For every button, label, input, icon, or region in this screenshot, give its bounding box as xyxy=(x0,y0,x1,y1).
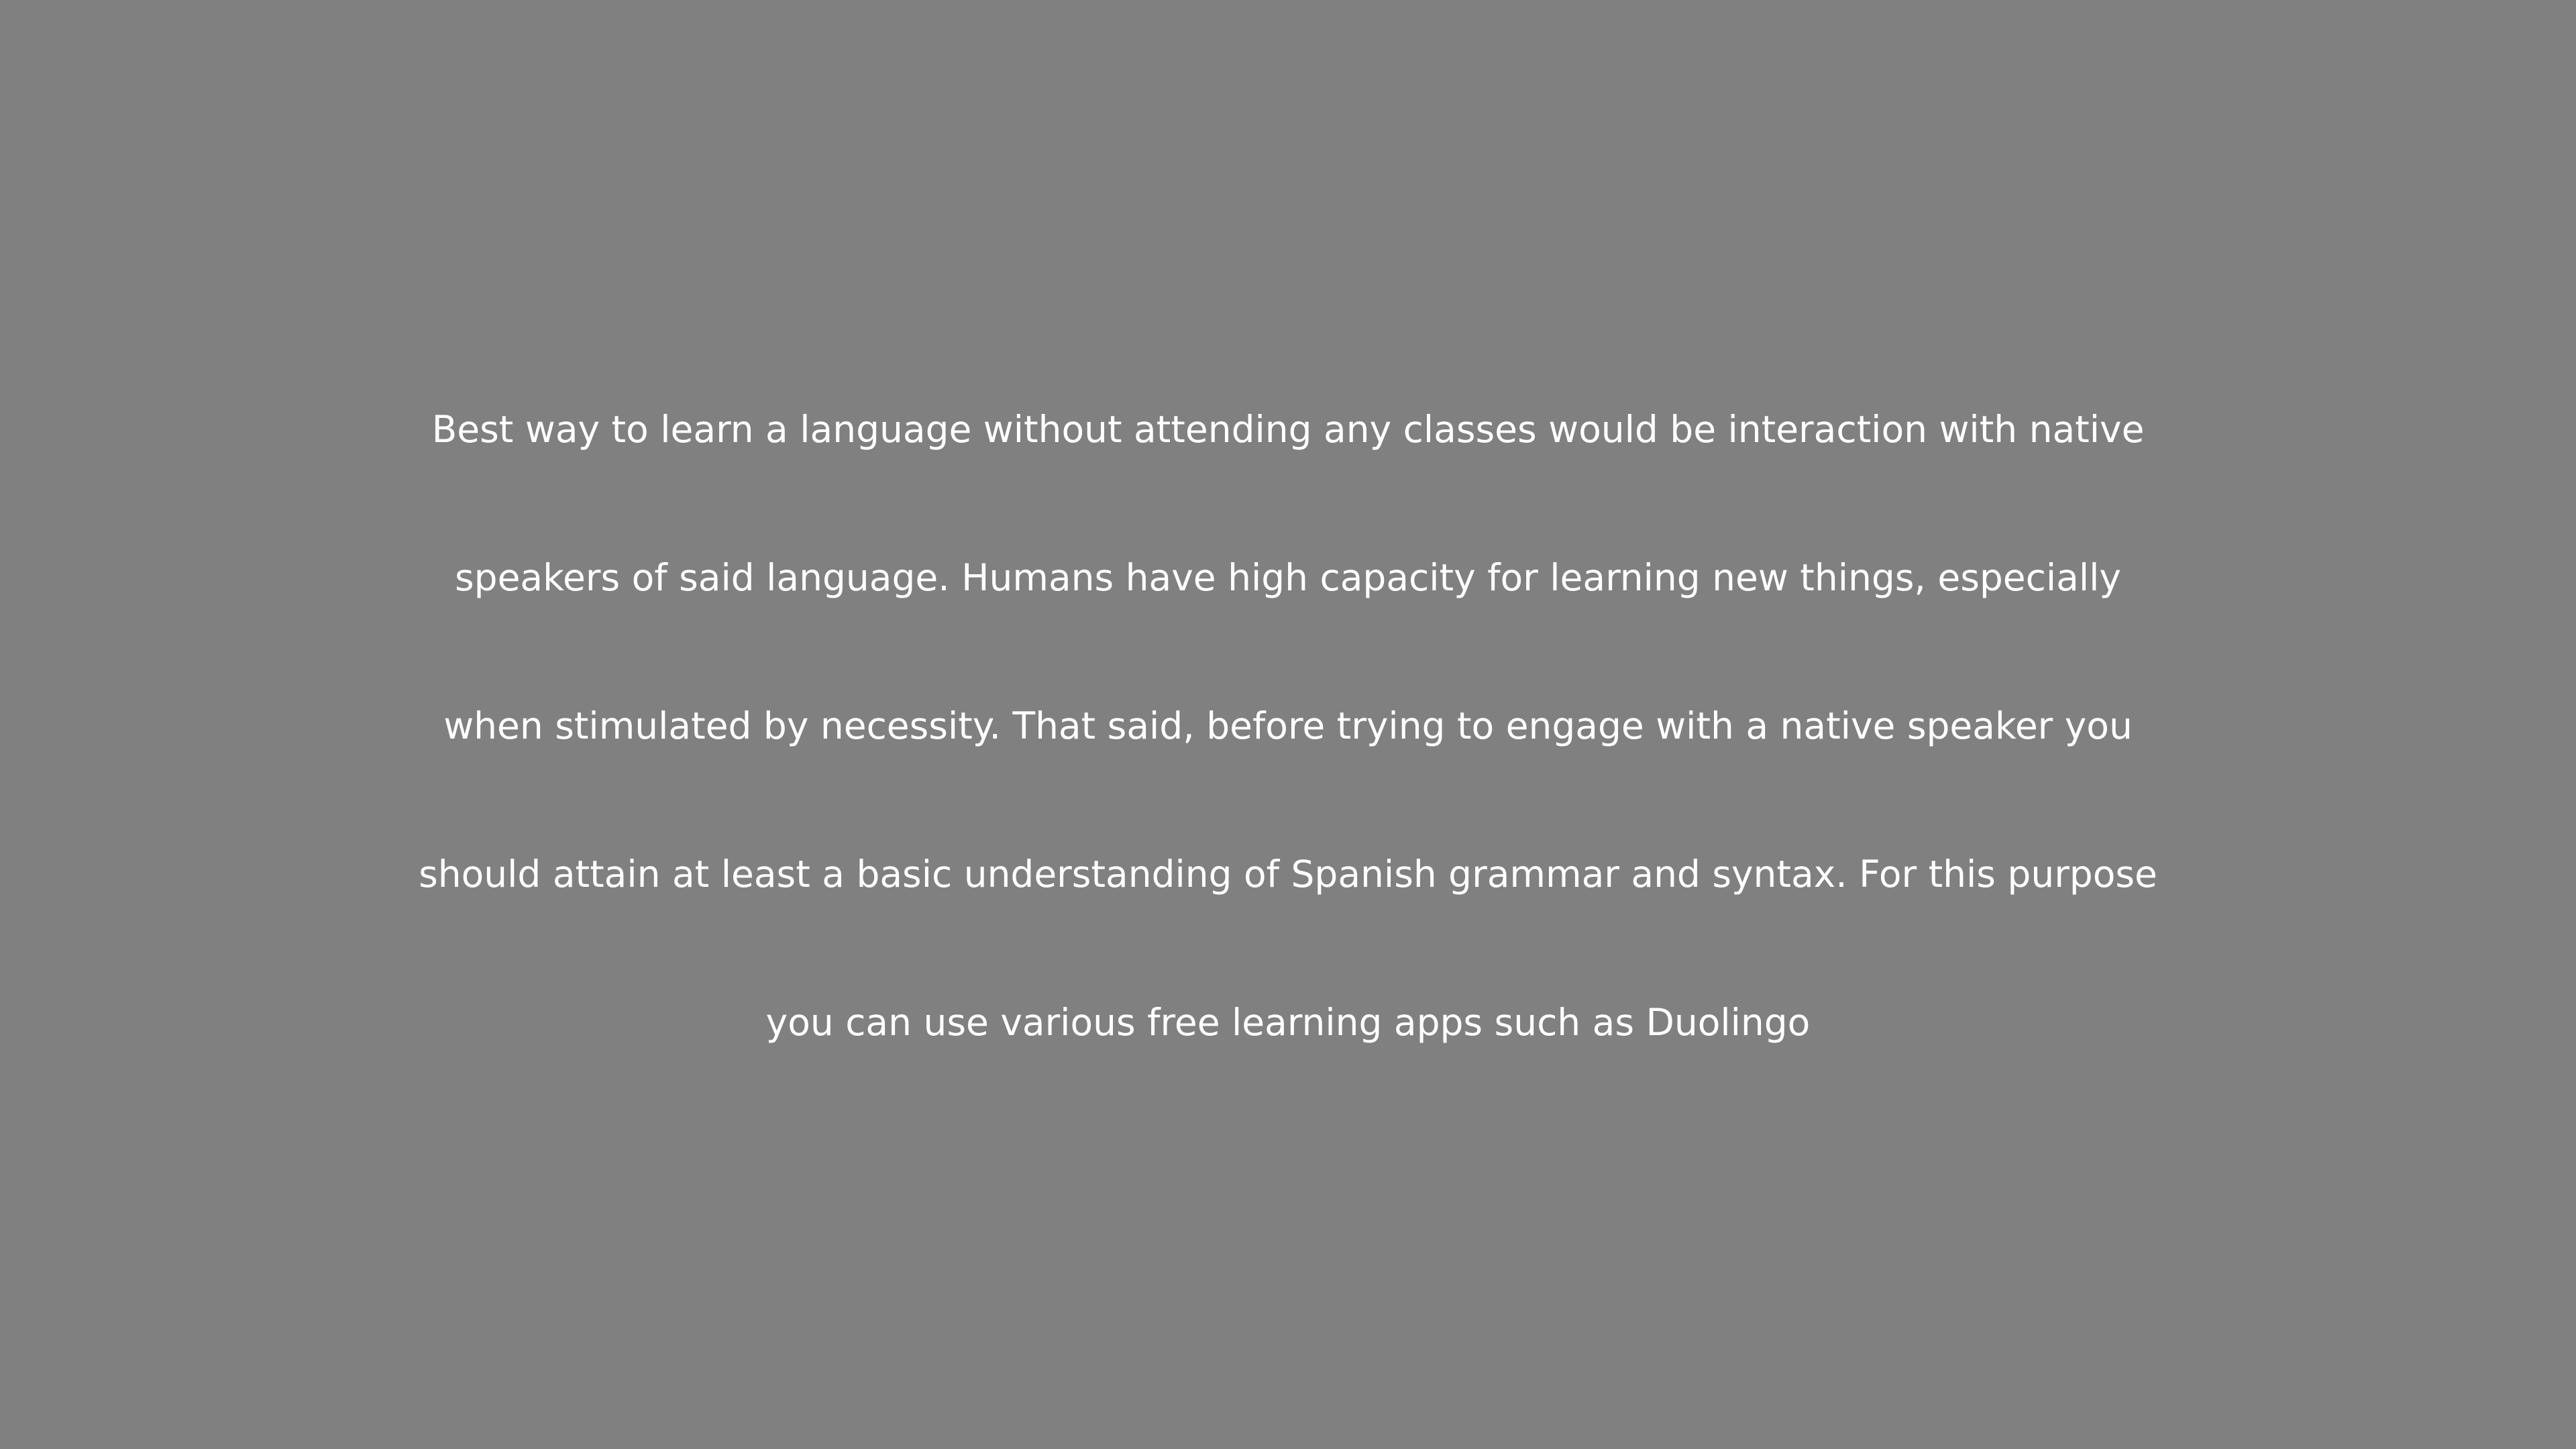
paragraph: Best way to learn a language without att… xyxy=(0,376,2576,1117)
paragraph-line: should attain at least a basic understan… xyxy=(419,853,2157,896)
paragraph-line: Best way to learn a language without att… xyxy=(431,408,2145,451)
paragraph-line: when stimulated by necessity. That said,… xyxy=(443,704,2133,747)
paragraph-line: you can use various free learning apps s… xyxy=(765,1001,1811,1044)
paragraph-line: speakers of said language. Humans have h… xyxy=(455,556,2121,599)
text-slide: Best way to learn a language without att… xyxy=(0,0,2576,1449)
